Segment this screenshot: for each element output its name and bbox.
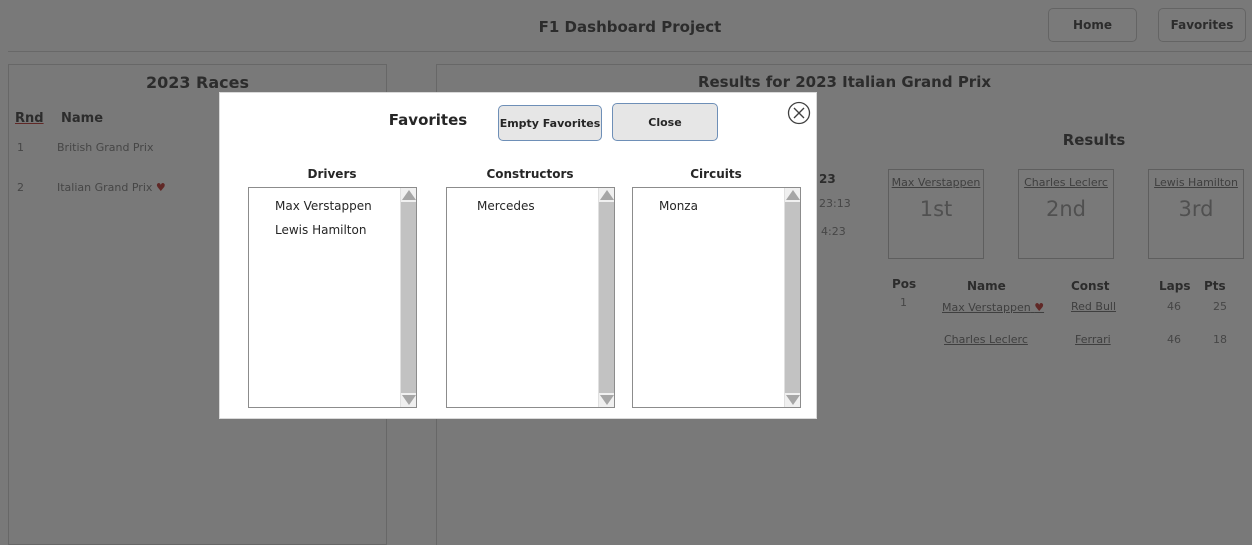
empty-favorites-button[interactable]: Empty Favorites: [498, 105, 602, 141]
arrow-up-icon[interactable]: [600, 190, 614, 200]
circuits-label: Circuits: [690, 167, 742, 181]
list-item[interactable]: Lewis Hamilton: [275, 218, 399, 242]
scrollbar[interactable]: [598, 188, 614, 407]
circuits-list[interactable]: Monza: [632, 187, 801, 408]
arrow-up-icon[interactable]: [786, 190, 800, 200]
arrow-up-icon[interactable]: [402, 190, 416, 200]
scrollbar[interactable]: [400, 188, 416, 407]
dialog-title: Favorites: [388, 111, 468, 129]
drivers-list[interactable]: Max Verstappen Lewis Hamilton: [248, 187, 417, 408]
list-item[interactable]: Monza: [659, 194, 783, 218]
constructors-label: Constructors: [486, 167, 574, 181]
scroll-thumb[interactable]: [785, 202, 800, 393]
arrow-down-icon[interactable]: [402, 395, 416, 405]
favorites-dialog: Favorites Empty Favorites Close Drivers …: [219, 92, 817, 419]
drivers-label: Drivers: [307, 167, 357, 181]
scroll-thumb[interactable]: [599, 202, 614, 393]
constructors-list[interactable]: Mercedes: [446, 187, 615, 408]
list-item[interactable]: Mercedes: [477, 194, 597, 218]
arrow-down-icon[interactable]: [786, 395, 800, 405]
list-item[interactable]: Max Verstappen: [275, 194, 399, 218]
scroll-thumb[interactable]: [401, 202, 416, 393]
circle-x-icon[interactable]: [787, 101, 811, 125]
close-button[interactable]: Close: [612, 103, 718, 141]
scrollbar[interactable]: [784, 188, 800, 407]
arrow-down-icon[interactable]: [600, 395, 614, 405]
